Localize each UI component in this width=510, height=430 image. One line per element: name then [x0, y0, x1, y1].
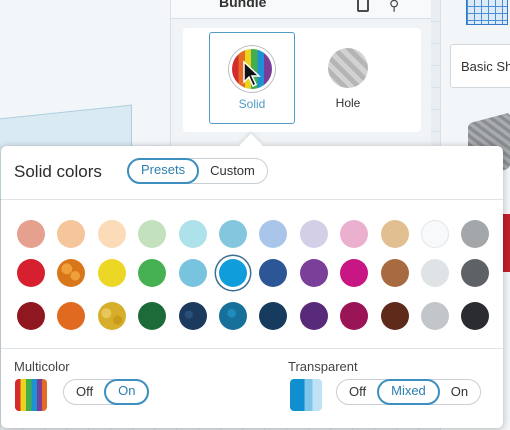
transparent-off-option[interactable]: Off	[337, 380, 378, 404]
color-swatch[interactable]	[340, 302, 369, 330]
color-swatch[interactable]	[380, 259, 409, 287]
transparent-gradient-icon	[290, 379, 322, 411]
color-swatch[interactable]	[340, 220, 369, 248]
transparent-mixed-option[interactable]: Mixed	[377, 379, 440, 405]
color-swatch[interactable]	[57, 259, 86, 287]
multicolor-toggle: Off On	[63, 379, 150, 405]
color-swatch[interactable]	[218, 220, 247, 248]
color-swatch[interactable]	[259, 302, 288, 330]
multicolor-label: Multicolor	[14, 359, 70, 374]
solid-label: Solid	[238, 97, 266, 111]
color-swatch[interactable]	[17, 220, 45, 248]
color-swatch[interactable]	[420, 259, 449, 287]
color-swatch[interactable]	[299, 302, 328, 330]
popup-title: Solid colors	[14, 162, 102, 181]
color-swatch[interactable]	[178, 259, 207, 287]
color-swatch[interactable]	[380, 302, 409, 330]
color-swatch[interactable]	[299, 259, 328, 287]
transparent-toggle: Off Mixed On	[336, 379, 482, 405]
color-swatch[interactable]	[138, 259, 167, 287]
tab-presets[interactable]: Presets	[127, 158, 200, 184]
inspector-title: Bundle	[219, 0, 267, 10]
color-swatch[interactable]	[57, 220, 86, 248]
color-swatch[interactable]	[178, 302, 207, 330]
swatch-row	[17, 259, 502, 287]
swatch-row	[17, 220, 502, 248]
multicolor-solid-icon	[232, 49, 272, 89]
shape-type-card: Solid Hole	[183, 28, 421, 132]
transparent-label: Transparent	[288, 359, 358, 374]
hole-striped-icon	[328, 48, 368, 88]
hole-label: Hole	[335, 96, 361, 110]
inspector-header: Bundle ⚲	[171, 0, 431, 19]
color-swatch[interactable]	[259, 220, 288, 248]
color-swatch[interactable]	[57, 302, 86, 330]
color-swatch[interactable]	[299, 220, 328, 248]
color-swatch[interactable]	[461, 302, 490, 330]
light-bulb-icon[interactable]: ⚲	[389, 0, 403, 12]
color-swatch[interactable]	[97, 302, 126, 330]
color-swatch[interactable]	[340, 259, 369, 287]
hole-type-option[interactable]: Hole	[305, 32, 391, 124]
color-swatch[interactable]	[259, 259, 288, 287]
multicolor-on-option[interactable]: On	[104, 379, 150, 405]
divider	[1, 348, 503, 349]
solid-colors-popup: Solid colors Presets Custom Multicolor O…	[1, 133, 503, 428]
shape-inspector-panel: Bundle ⚲ Solid Hole	[170, 0, 431, 150]
color-swatch[interactable]	[138, 220, 167, 248]
color-swatch-selected[interactable]	[218, 259, 247, 287]
color-swatch[interactable]	[420, 302, 449, 330]
color-swatch[interactable]	[420, 220, 449, 248]
color-swatch[interactable]	[17, 259, 45, 287]
solid-type-option[interactable]: Solid	[209, 32, 295, 124]
color-swatch[interactable]	[461, 220, 490, 248]
transparent-on-option[interactable]: On	[439, 380, 480, 404]
color-swatch-grid	[1, 200, 503, 348]
lock-toggle-icon[interactable]	[357, 0, 369, 12]
color-swatch[interactable]	[461, 259, 490, 287]
color-swatch[interactable]	[178, 220, 207, 248]
color-swatch[interactable]	[17, 302, 45, 330]
swatch-row	[17, 302, 502, 330]
color-mode-tabs: Presets Custom	[127, 158, 268, 184]
multicolor-stripes-icon	[15, 379, 47, 411]
color-swatch[interactable]	[97, 220, 126, 248]
tab-custom[interactable]: Custom	[198, 159, 267, 183]
color-swatch[interactable]	[218, 302, 247, 330]
color-swatch[interactable]	[97, 259, 126, 287]
workplane-shape-thumbnail[interactable]	[466, 0, 508, 25]
multicolor-off-option[interactable]: Off	[64, 380, 105, 404]
color-swatch[interactable]	[380, 220, 409, 248]
shape-category-dropdown[interactable]: Basic Shapes	[450, 44, 510, 88]
color-swatch[interactable]	[138, 302, 167, 330]
